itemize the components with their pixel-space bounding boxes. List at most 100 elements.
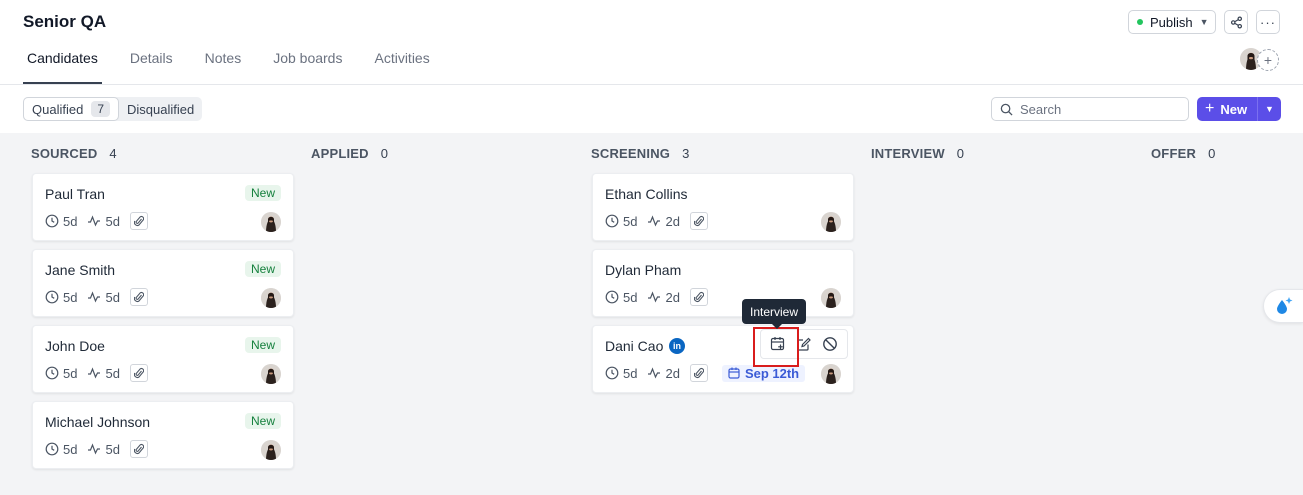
qualification-filter: Qualified 7 Disqualified	[23, 97, 203, 121]
clock-icon	[45, 442, 59, 456]
job-tabs: Candidates Details Notes Job boards Acti…	[23, 50, 458, 84]
candidate-card[interactable]: Dylan Pham 5d 2d	[592, 249, 854, 317]
column-header: SCREENING 3	[591, 133, 853, 173]
new-dropdown-button[interactable]: ▼	[1257, 97, 1281, 121]
time-in-stage: 5d	[605, 214, 637, 229]
ai-assistant-button[interactable]	[1263, 289, 1303, 323]
tab-details[interactable]: Details	[126, 50, 177, 84]
status-badge: New	[244, 413, 281, 429]
column-count: 0	[1208, 145, 1216, 161]
candidate-card[interactable]: Ethan Collins 5d 2d	[592, 173, 854, 241]
search-input[interactable]	[1020, 101, 1180, 117]
column-title: OFFER	[1151, 145, 1197, 161]
new-button[interactable]: + New	[1197, 97, 1257, 121]
activity-icon	[88, 443, 101, 455]
attachment-icon[interactable]	[129, 288, 148, 306]
add-note-button[interactable]	[793, 333, 815, 355]
candidate-name: Jane Smith	[45, 262, 116, 278]
time-in-stage: 5d	[45, 366, 77, 381]
owner-avatar	[261, 288, 281, 308]
interview-date-badge[interactable]: Sep 12th	[721, 364, 806, 382]
status-badge: New	[244, 337, 281, 353]
publish-label: Publish	[1150, 14, 1193, 30]
clock-icon	[45, 290, 59, 304]
column-count: 0	[956, 145, 965, 161]
column-title: SCREENING	[591, 145, 671, 161]
column-count: 3	[682, 145, 690, 161]
filter-disqualified-label: Disqualified	[127, 101, 195, 117]
activity-icon	[648, 215, 661, 227]
column-header: INTERVIEW 0	[871, 133, 1133, 173]
attachment-icon[interactable]	[689, 364, 708, 382]
candidate-card[interactable]: Michael Johnson New 5d 5d	[32, 401, 294, 469]
attachment-icon[interactable]	[689, 288, 708, 306]
search-box[interactable]	[991, 97, 1189, 121]
more-icon: ···	[1260, 14, 1276, 30]
last-activity: 5d	[87, 214, 120, 229]
column-screening: SCREENING 3	[591, 133, 853, 173]
calendar-icon	[728, 367, 740, 379]
card-meta: 5d 5d	[45, 288, 148, 306]
search-icon	[1000, 103, 1013, 116]
schedule-interview-button[interactable]	[767, 333, 789, 355]
chevron-down-icon: ▼	[1265, 104, 1274, 114]
candidate-card[interactable]: Jane Smith New 5d 5d	[32, 249, 294, 317]
publish-button[interactable]: Publish ▼	[1128, 10, 1216, 34]
last-activity: 5d	[87, 366, 120, 381]
candidate-name: Dani Cao	[605, 338, 664, 354]
owner-avatar	[821, 364, 841, 384]
attachment-icon[interactable]	[129, 364, 148, 382]
owner-avatar	[261, 212, 281, 232]
attachment-icon[interactable]	[129, 212, 148, 230]
team-avatars[interactable]: +	[1240, 48, 1280, 72]
time-in-stage: 5d	[605, 366, 637, 381]
attachment-icon[interactable]	[689, 212, 708, 230]
card-meta: 5d 5d	[45, 212, 148, 230]
attachment-icon[interactable]	[129, 440, 148, 458]
sparkle-drop-icon	[1276, 297, 1292, 314]
plus-icon: +	[1205, 100, 1215, 117]
owner-avatar	[261, 440, 281, 460]
share-icon	[1230, 16, 1242, 28]
card-meta: 5d 5d	[45, 440, 148, 458]
tab-candidates[interactable]: Candidates	[23, 50, 102, 84]
candidate-card[interactable]: Paul Tran New 5d 5d	[32, 173, 294, 241]
activity-icon	[88, 291, 101, 303]
time-in-stage: 5d	[45, 214, 77, 229]
column-header: OFFER 0	[1151, 133, 1303, 173]
column-count: 4	[109, 145, 117, 161]
clock-icon	[605, 290, 619, 304]
linkedin-icon[interactable]: in	[669, 338, 685, 354]
card-meta: 5d 2d	[605, 288, 708, 306]
edit-note-icon	[797, 337, 811, 351]
status-dot	[1137, 19, 1143, 25]
filter-disqualified[interactable]: Disqualified	[119, 97, 202, 121]
column-offer: OFFER 0	[1151, 133, 1303, 173]
column-title: SOURCED	[31, 145, 98, 161]
tab-notes[interactable]: Notes	[201, 50, 246, 84]
more-button[interactable]: ···	[1256, 10, 1280, 34]
column-title: INTERVIEW	[871, 145, 945, 161]
disqualify-button[interactable]	[819, 333, 841, 355]
time-in-stage: 5d	[45, 442, 77, 457]
tab-activities[interactable]: Activities	[370, 50, 433, 84]
last-activity: 2d	[647, 214, 680, 229]
disqualify-icon	[823, 337, 837, 351]
last-activity: 5d	[87, 290, 120, 305]
candidate-name: Paul Tran	[45, 186, 105, 202]
new-label: New	[1220, 101, 1248, 117]
column-sourced: SOURCED 4	[31, 133, 293, 173]
owner-avatar	[821, 288, 841, 308]
share-button[interactable]	[1224, 10, 1248, 34]
filter-qualified[interactable]: Qualified 7	[23, 97, 119, 121]
add-member-icon[interactable]: +	[1257, 49, 1279, 71]
candidate-card[interactable]: John Doe New 5d 5d	[32, 325, 294, 393]
new-button-group: + New ▼	[1197, 97, 1281, 121]
column-title: APPLIED	[311, 145, 369, 161]
clock-icon	[45, 214, 59, 228]
tab-job-boards[interactable]: Job boards	[269, 50, 346, 84]
board-toolbar: Qualified 7 Disqualified + New ▼	[0, 85, 1303, 133]
activity-icon	[648, 367, 661, 379]
status-badge: New	[244, 261, 281, 277]
last-activity: 2d	[647, 290, 680, 305]
